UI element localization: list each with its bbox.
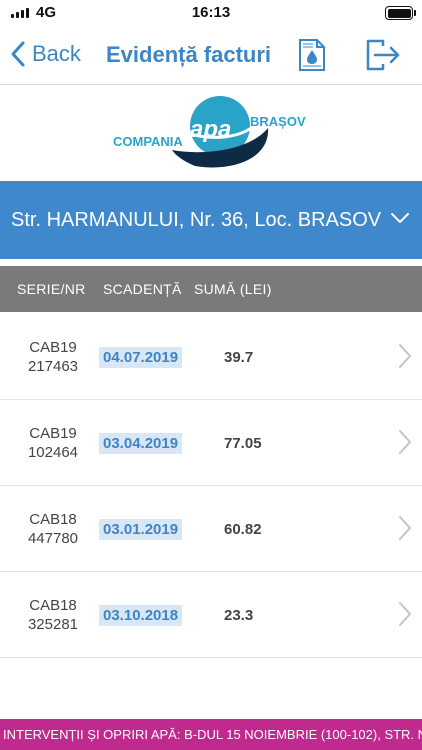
chevron-down-icon (391, 213, 409, 223)
invoice-series: CAB18 (29, 597, 77, 614)
back-button[interactable]: Back (10, 40, 81, 68)
invoice-due-date: 03.01.2019 (99, 519, 183, 540)
column-header-amount: SUMĂ (LEI) (194, 281, 272, 297)
chevron-left-icon (11, 41, 25, 67)
invoice-amount: 60.82 (224, 521, 262, 538)
chevron-right-icon (399, 516, 411, 540)
logo-text-compania: COMPANIA (113, 134, 183, 149)
invoice-serie: CAB18 325281 (22, 596, 84, 634)
company-logo: COMPANIA apa BRAȘOV (110, 90, 320, 172)
navigation-bar: Back Evidență facturi (0, 26, 422, 85)
address-text: Str. HARMANULUI, Nr. 36, Loc. BRASOV (11, 209, 382, 231)
invoice-number: 325281 (27, 616, 79, 633)
invoice-serie: CAB19 217463 (22, 338, 84, 376)
invoice-number: 102464 (27, 444, 79, 461)
invoice-number: 447780 (27, 530, 79, 547)
status-bar: 4G 16:13 (0, 0, 422, 26)
invoice-amount: 77.05 (224, 435, 262, 452)
invoice-due-date: 03.10.2018 (99, 605, 183, 626)
chevron-right-icon (399, 430, 411, 454)
news-ticker[interactable]: INTERVENȚII ȘI OPRIRI APĂ: B-DUL 15 NOIE… (0, 719, 422, 750)
logout-icon (366, 39, 400, 71)
invoice-row[interactable]: CAB18 447780 03.01.2019 60.82 (0, 485, 422, 572)
battery-icon (385, 6, 416, 20)
invoice-series: CAB19 (29, 425, 77, 442)
ticker-text: INTERVENȚII ȘI OPRIRI APĂ: B-DUL 15 NOIE… (3, 727, 422, 742)
page-title: Evidență facturi (106, 42, 272, 67)
logo-text-brasov: BRAȘOV (250, 114, 306, 129)
table-header: SERIE/NR SCADENȚĂ SUMĂ (LEI) (0, 266, 422, 312)
invoice-series: CAB19 (29, 339, 77, 356)
back-label: Back (32, 41, 81, 66)
invoice-row[interactable]: CAB18 325281 03.10.2018 23.3 (0, 571, 422, 658)
invoice-series: CAB18 (29, 511, 77, 528)
chevron-right-icon (399, 344, 411, 368)
chevron-right-icon (399, 602, 411, 626)
column-header-serie: SERIE/NR (17, 281, 86, 297)
logout-button[interactable] (365, 38, 403, 77)
clock: 16:13 (191, 4, 231, 21)
column-header-due-date: SCADENȚĂ (103, 281, 182, 297)
invoice-amount: 39.7 (224, 349, 254, 366)
logo-text-apa: apa (190, 116, 232, 143)
invoice-serie: CAB18 447780 (22, 510, 84, 548)
address-selector[interactable]: Str. HARMANULUI, Nr. 36, Loc. BRASOV (0, 181, 422, 259)
invoice-due-date: 03.04.2019 (99, 433, 183, 454)
invoice-amount: 23.3 (224, 607, 254, 624)
invoice-document-button[interactable] (298, 38, 326, 77)
invoice-serie: CAB19 102464 (22, 424, 84, 462)
invoice-due-date: 04.07.2019 (99, 347, 183, 368)
invoice-number: 217463 (27, 358, 79, 375)
invoice-row[interactable]: CAB19 102464 03.04.2019 77.05 (0, 399, 422, 486)
document-water-drop-icon (299, 39, 325, 71)
invoice-row[interactable]: CAB19 217463 04.07.2019 39.7 (0, 313, 422, 400)
